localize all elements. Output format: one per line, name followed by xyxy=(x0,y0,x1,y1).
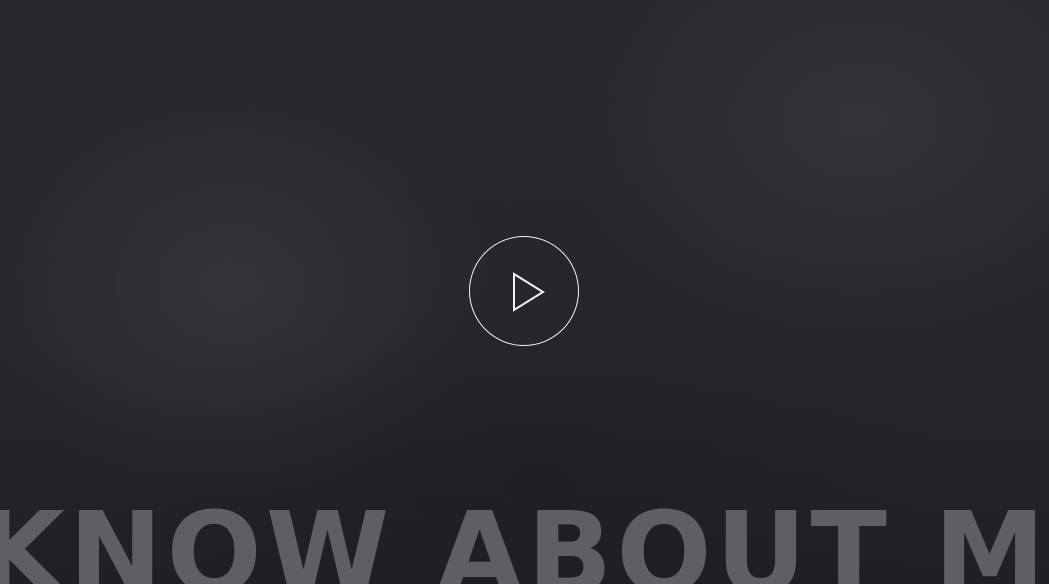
play-icon xyxy=(513,272,545,312)
section-heading: KNOW ABOUT ME xyxy=(0,489,1049,584)
play-button[interactable] xyxy=(469,236,579,346)
video-hero: KNOW ABOUT ME xyxy=(0,0,1049,584)
